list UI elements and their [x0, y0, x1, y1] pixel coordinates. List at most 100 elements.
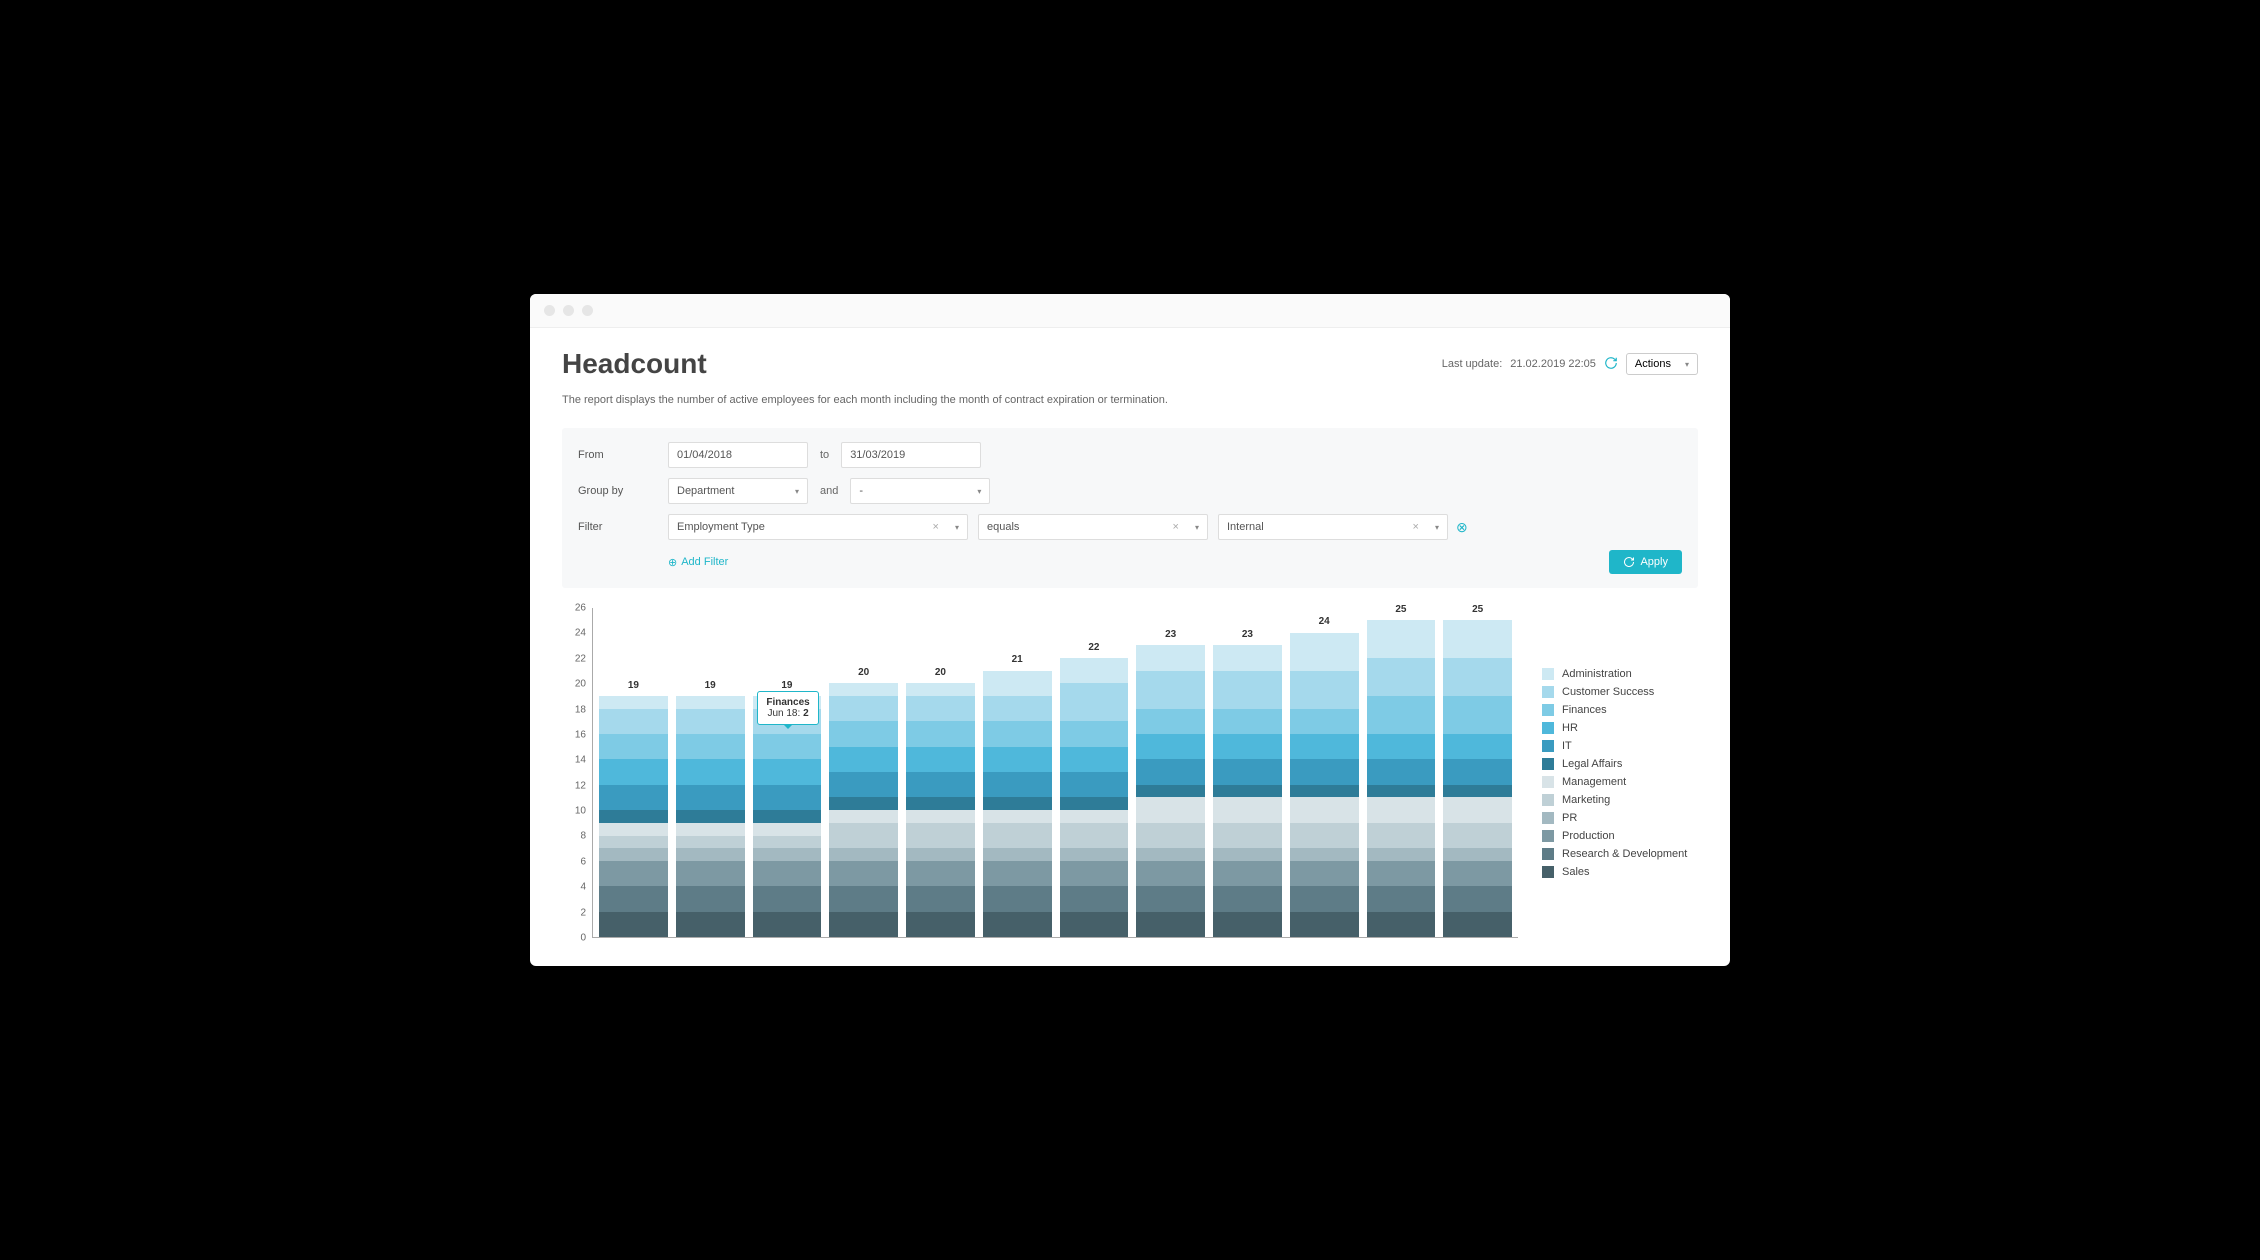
filter-value-select[interactable]: Internal × ▾ [1218, 514, 1448, 540]
chart-bar-segment [983, 861, 1052, 886]
apply-button[interactable]: Apply [1609, 550, 1682, 574]
from-date-input[interactable]: 01/04/2018 [668, 442, 808, 468]
legend-item[interactable]: IT [1542, 740, 1698, 752]
chart-bar-segment [1136, 848, 1205, 861]
chart-bar[interactable]: 21 [983, 670, 1052, 937]
refresh-icon[interactable] [1604, 356, 1618, 373]
legend-swatch [1542, 866, 1554, 878]
chart-bar-segment [1367, 785, 1436, 798]
chart-bar-segment [1290, 797, 1359, 822]
legend-item[interactable]: PR [1542, 812, 1698, 824]
chart-bar-segment [599, 759, 668, 784]
legend-item[interactable]: Production [1542, 830, 1698, 842]
legend-label: Finances [1562, 704, 1607, 716]
chart-bar[interactable]: 22 [1060, 658, 1129, 937]
ytick: 10 [575, 806, 586, 817]
chart-bar[interactable]: 23 [1136, 645, 1205, 937]
legend-item[interactable]: Legal Affairs [1542, 758, 1698, 770]
chart-bar-segment [1290, 633, 1359, 671]
bar-total-label: 24 [1290, 616, 1359, 627]
ytick: 8 [580, 831, 586, 842]
legend-item[interactable]: Finances [1542, 704, 1698, 716]
chart-bar-segment [983, 696, 1052, 721]
chart-bar-segment [1213, 823, 1282, 848]
chart-bar-segment [906, 772, 975, 797]
chart-bar[interactable]: 24 [1290, 632, 1359, 937]
and-label: and [820, 485, 838, 497]
chart-bar-segment [1213, 785, 1282, 798]
chart-bar-segment [676, 759, 745, 784]
legend-label: HR [1562, 722, 1578, 734]
chart-bar-segment [1136, 886, 1205, 911]
chart-bar-segment [1136, 734, 1205, 759]
chart-bar-segment [983, 747, 1052, 772]
chart-bar-segment [1136, 785, 1205, 798]
chart-bar[interactable]: 25 [1367, 620, 1436, 937]
chart-bar[interactable]: 19 [676, 696, 745, 937]
page: Headcount Last update: 21.02.2019 22:05 … [530, 328, 1730, 966]
legend-swatch [1542, 830, 1554, 842]
filter-op-select[interactable]: equals × ▾ [978, 514, 1208, 540]
bar-total-label: 23 [1136, 629, 1205, 640]
chart-bar[interactable]: 23 [1213, 645, 1282, 937]
chevron-down-icon: ▾ [955, 523, 959, 532]
legend-swatch [1542, 758, 1554, 770]
add-filter-link[interactable]: ⊕ Add Filter [668, 556, 728, 569]
filter-field-select[interactable]: Employment Type × ▾ [668, 514, 968, 540]
chart-bar-segment [676, 912, 745, 937]
chart-bar-segment [983, 848, 1052, 861]
from-label: From [578, 449, 668, 461]
last-update-value: 21.02.2019 22:05 [1510, 358, 1596, 370]
groupby-select[interactable]: Department ▾ [668, 478, 808, 504]
chart-bar-segment [906, 886, 975, 911]
legend-label: PR [1562, 812, 1577, 824]
legend-item[interactable]: Customer Success [1542, 686, 1698, 698]
chart-bar-segment [1060, 772, 1129, 797]
chart-bar[interactable]: 25 [1443, 620, 1512, 937]
chart-bar-segment [983, 772, 1052, 797]
chart-bar[interactable]: 20 [829, 683, 898, 937]
bar-total-label: 25 [1367, 604, 1436, 615]
chart-bar-segment [753, 886, 822, 911]
chart-bar-segment [1367, 823, 1436, 848]
chart-bar-segment [829, 861, 898, 886]
chart-bar[interactable]: 19 [753, 696, 822, 937]
legend-item[interactable]: Research & Development [1542, 848, 1698, 860]
groupby2-select[interactable]: - ▾ [850, 478, 990, 504]
legend-item[interactable]: Sales [1542, 866, 1698, 878]
chart-bar-segment [1136, 912, 1205, 937]
clear-icon[interactable]: × [1173, 521, 1179, 533]
filter-label: Filter [578, 521, 668, 533]
actions-dropdown[interactable]: Actions ▾ [1626, 353, 1698, 375]
chart-bar-segment [1060, 861, 1129, 886]
chart-bar-segment [906, 810, 975, 823]
legend-label: Administration [1562, 668, 1632, 680]
chart-bar-segment [983, 810, 1052, 823]
chart-bar-segment [1367, 658, 1436, 696]
chart-bar-segment [1213, 886, 1282, 911]
legend-item[interactable]: HR [1542, 722, 1698, 734]
legend-item[interactable]: Management [1542, 776, 1698, 788]
legend-item[interactable]: Administration [1542, 668, 1698, 680]
legend-swatch [1542, 704, 1554, 716]
chart-bar-segment [753, 823, 822, 836]
clear-icon[interactable]: × [933, 521, 939, 533]
window-dot-close[interactable] [544, 305, 555, 316]
legend-item[interactable]: Marketing [1542, 794, 1698, 806]
remove-filter-icon[interactable]: ⊗ [1456, 519, 1468, 536]
chart-bar-segment [829, 747, 898, 772]
legend-swatch [1542, 722, 1554, 734]
window-dot-min[interactable] [563, 305, 574, 316]
clear-icon[interactable]: × [1413, 521, 1419, 533]
chart-bar[interactable]: 19 [599, 696, 668, 937]
legend-label: Research & Development [1562, 848, 1687, 860]
to-date-input[interactable]: 31/03/2019 [841, 442, 981, 468]
window-dot-max[interactable] [582, 305, 593, 316]
chevron-down-icon: ▾ [1685, 360, 1689, 369]
legend-label: Management [1562, 776, 1626, 788]
chart-bar-segment [1290, 848, 1359, 861]
chart-bar-segment [829, 683, 898, 696]
chart-bar-segment [1290, 671, 1359, 709]
bar-total-label: 23 [1213, 629, 1282, 640]
chart-bar[interactable]: 20 [906, 683, 975, 937]
